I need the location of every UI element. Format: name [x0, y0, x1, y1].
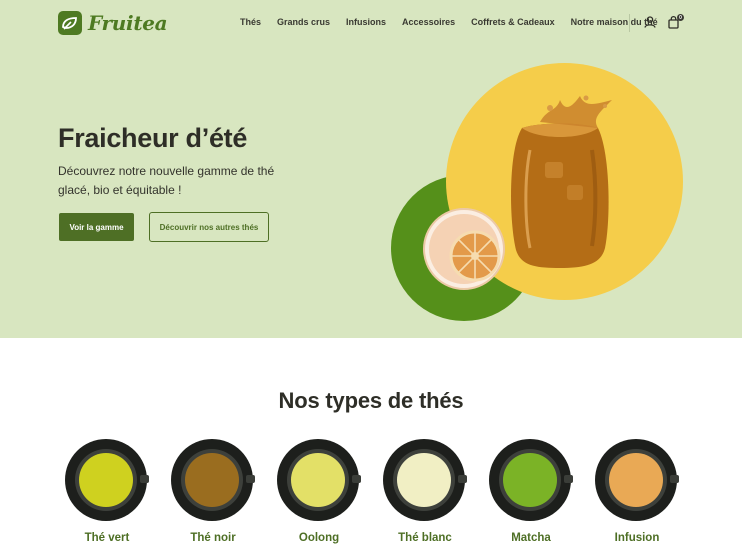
iced-tea-glass-image [511, 95, 612, 268]
tea-type-matcha[interactable]: Matcha [481, 437, 581, 544]
tea-label: Infusion [614, 532, 660, 544]
tea-liquid [79, 453, 133, 507]
tea-type-oolong[interactable]: Oolong [269, 437, 369, 544]
section-title: Nos types de thés [278, 388, 464, 413]
tea-cup-icon [595, 439, 679, 521]
tea-liquid [397, 453, 451, 507]
tea-label: Thé blanc [398, 532, 452, 544]
iced-tea-illustration [423, 95, 612, 290]
tea-label: Thé vert [84, 532, 130, 544]
tea-type-the-blanc[interactable]: Thé blanc [375, 437, 475, 544]
tea-cup-icon [171, 439, 255, 521]
tea-liquid [503, 453, 557, 507]
tea-label: Matcha [511, 532, 551, 544]
tea-liquid [185, 453, 239, 507]
tea-cup-icon [383, 439, 467, 521]
tea-type-the-noir[interactable]: Thé noir [163, 437, 263, 544]
tea-type-the-vert[interactable]: Thé vert [57, 437, 157, 544]
tea-liquid [291, 453, 345, 507]
orange-glass-image [423, 208, 505, 290]
tea-liquid [609, 453, 663, 507]
tea-cup-icon [489, 439, 573, 521]
tea-label: Thé noir [190, 532, 236, 544]
tea-type-infusion[interactable]: Infusion [587, 437, 687, 544]
tea-cup-icon [65, 439, 149, 521]
tea-cup-icon [277, 439, 361, 521]
tea-label: Oolong [298, 532, 340, 544]
hero-banner: Fruitea Thés Grands crus Infusions Acces… [0, 0, 742, 338]
